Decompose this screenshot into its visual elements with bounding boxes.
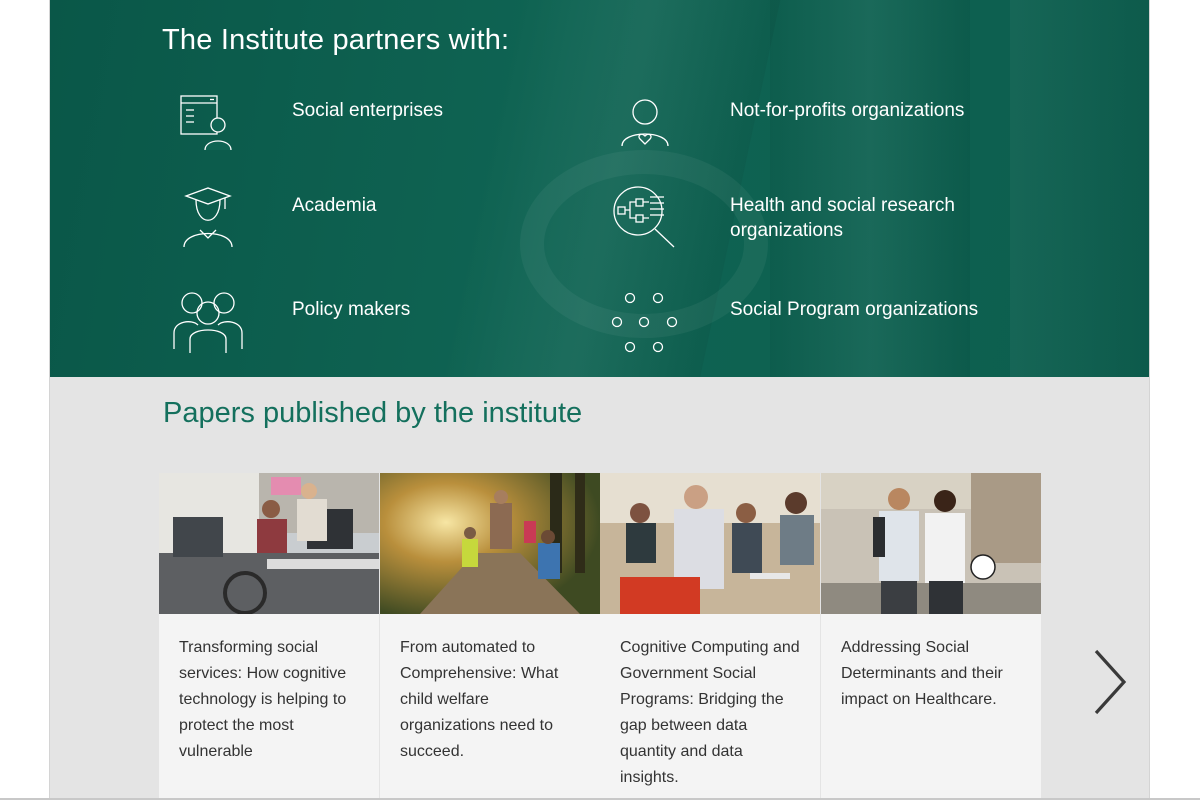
paper-card[interactable]: Transforming social services: How cognit… — [159, 473, 379, 798]
partner-social-program: Social Program organizations — [606, 285, 978, 355]
papers-heading: Papers published by the institute — [163, 397, 583, 429]
paper-card-text: Addressing Social Determinants and their… — [841, 639, 1003, 708]
person-heart-icon — [605, 88, 685, 158]
partners-heading: The Institute partners with: — [162, 24, 510, 56]
paper-card[interactable]: Cognitive Computing and Government Socia… — [600, 473, 820, 798]
page-left-margin — [0, 0, 50, 800]
paper-card[interactable]: From automated to Comprehensive: What ch… — [380, 473, 600, 798]
research-magnifier-icon — [604, 183, 684, 253]
partner-label: Social Program organizations — [730, 299, 979, 320]
partner-label: Policy makers — [292, 299, 411, 320]
partner-social-enterprises: Social enterprises — [166, 88, 443, 158]
office-workers-photo — [159, 473, 379, 614]
papers-section: Papers published by the institute Transf… — [50, 377, 1149, 798]
paper-card-text: From automated to Comprehensive: What ch… — [400, 639, 559, 760]
partner-label: Academia — [292, 195, 377, 216]
partner-health-research: Health and social research organizations — [604, 183, 955, 253]
browser-person-icon — [166, 88, 246, 158]
partner-not-for-profits: Not-for-profits organizations — [605, 88, 964, 158]
paper-card[interactable]: Addressing Social Determinants and their… — [821, 473, 1041, 798]
partner-label: Social enterprises — [292, 100, 444, 121]
group-people-icon — [168, 285, 248, 355]
chevron-right-icon — [1094, 649, 1127, 715]
group-discussion-photo — [600, 473, 820, 614]
family-forest-walk-photo — [380, 473, 600, 614]
partner-label: Not-for-profits organizations — [730, 100, 965, 121]
partner-academia: Academia — [168, 183, 377, 253]
partners-section: The Institute partners with: Social ente… — [50, 0, 1149, 377]
paper-card-text: Cognitive Computing and Government Socia… — [620, 639, 800, 786]
partner-policy-makers: Policy makers — [168, 285, 410, 355]
page-right-margin — [1149, 0, 1200, 800]
partner-label: Health and social research organizations — [730, 195, 955, 241]
dot-network-icon — [606, 285, 686, 355]
carousel-next-button[interactable] — [1090, 647, 1130, 717]
friends-soccer-photo — [821, 473, 1041, 614]
paper-card-text: Transforming social services: How cognit… — [179, 639, 347, 760]
graduate-icon — [168, 183, 248, 253]
